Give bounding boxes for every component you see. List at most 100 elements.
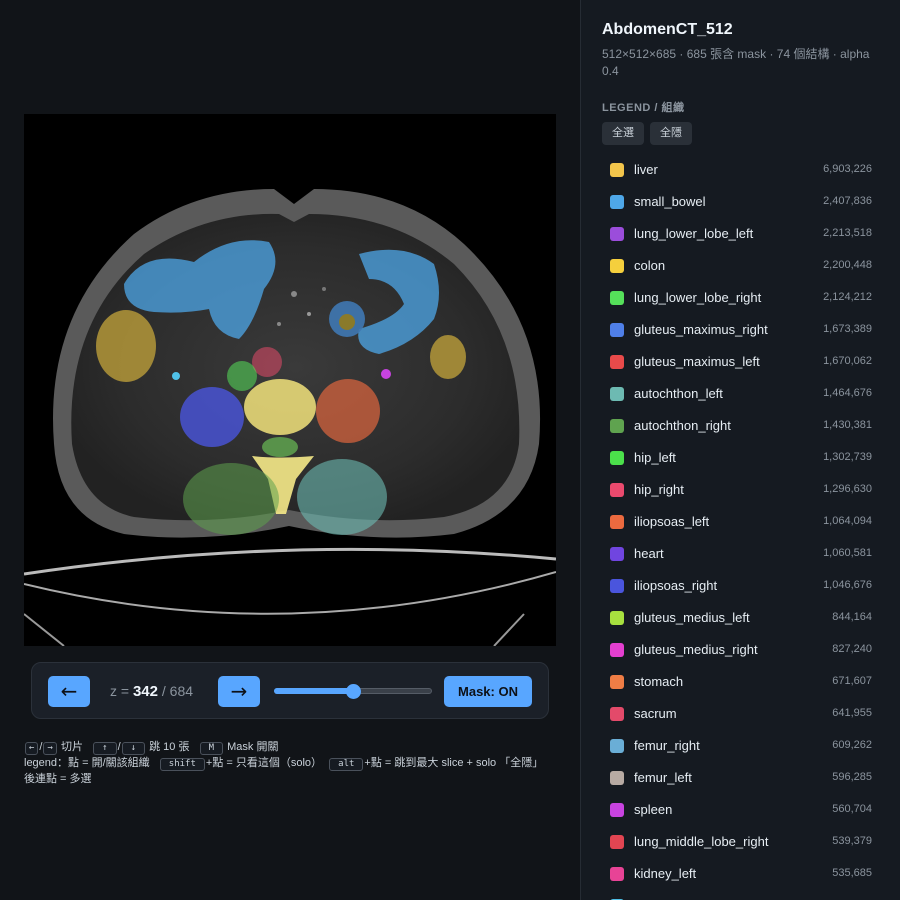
legend-voxel-count: 6,903,226 [823, 163, 872, 175]
slice-index-readout: z = 342 / 684 [110, 683, 193, 700]
z-max: 684 [169, 683, 194, 699]
legend-voxel-count: 535,685 [832, 867, 872, 879]
next-slice-button[interactable]: → [218, 676, 260, 707]
z-prefix: z = [110, 683, 130, 699]
legend-item[interactable]: gluteus_medius_left 844,164 [602, 601, 882, 633]
legend-item-label: gluteus_maximus_right [634, 322, 768, 337]
help-slash: / [39, 741, 43, 753]
legend-list: liver 6,903,226 small_bowel 2,407,836 lung_l… [602, 153, 882, 900]
legend-item[interactable]: colon 2,200,448 [602, 249, 882, 281]
legend-voxel-count: 2,200,448 [823, 259, 872, 271]
slice-slider[interactable] [274, 681, 432, 701]
legend-item[interactable]: hip_left 1,302,739 [602, 441, 882, 473]
legend-item-label: iliopsoas_left [634, 514, 710, 529]
dataset-title: AbdomenCT_512 [602, 21, 733, 38]
legend-item[interactable]: autochthon_left 1,464,676 [602, 377, 882, 409]
legend-item[interactable]: femur_right 609,262 [602, 729, 882, 761]
legend-color-swatch [610, 419, 624, 433]
legend-color-swatch [610, 643, 624, 657]
legend-item[interactable]: lung_lower_lobe_right 2,124,212 [602, 281, 882, 313]
legend-item-label: spleen [634, 802, 673, 817]
legend-item-label: gluteus_maximus_left [634, 354, 760, 369]
legend-voxel-count: 1,046,676 [823, 579, 872, 591]
legend-item-label: lung_lower_lobe_left [634, 226, 754, 241]
legend-item-label: lung_lower_lobe_right [634, 290, 762, 305]
legend-item[interactable]: iliopsoas_left 1,064,094 [602, 505, 882, 537]
legend-color-swatch [610, 451, 624, 465]
legend-item-label: autochthon_right [634, 418, 731, 433]
legend-color-swatch [610, 291, 624, 305]
help-text: legend：點 = 開/關該組織 [24, 757, 150, 769]
key-right: → [43, 742, 57, 755]
legend-voxel-count: 641,955 [832, 707, 872, 719]
legend-voxel-count: 1,673,389 [823, 323, 872, 335]
select-all-button[interactable]: 全選 [602, 122, 644, 145]
key-up: ↑ [93, 742, 117, 755]
legend-item[interactable]: gluteus_medius_right 827,240 [602, 633, 882, 665]
dataset-meta: 512×512×685 · 685 張含 mask · 74 個結構 · alp… [602, 47, 870, 78]
legend-voxel-count: 1,464,676 [823, 387, 872, 399]
legend-item[interactable]: heart 1,060,581 [602, 537, 882, 569]
legend-color-swatch [610, 323, 624, 337]
legend-item[interactable]: hip_right 1,296,630 [602, 473, 882, 505]
ct-slice-canvas[interactable] [24, 114, 556, 646]
legend-color-swatch [610, 195, 624, 209]
legend-color-swatch [610, 355, 624, 369]
legend-color-swatch [610, 835, 624, 849]
legend-item[interactable] [602, 889, 882, 900]
legend-item-label: kidney_left [634, 866, 697, 881]
legend-voxel-count: 671,607 [832, 675, 872, 687]
legend-item[interactable]: lung_middle_lobe_right 539,379 [602, 825, 882, 857]
legend-item[interactable]: small_bowel 2,407,836 [602, 185, 882, 217]
legend-item[interactable]: femur_left 596,285 [602, 761, 882, 793]
legend-voxel-count: 1,064,094 [823, 515, 872, 527]
legend-voxel-count: 560,704 [832, 803, 872, 815]
legend-voxel-count: 596,285 [832, 771, 872, 783]
legend-color-swatch [610, 803, 624, 817]
help-line-1: ← / → 切片 ↑ / ↓ 跳 10 張 M Mask 開關 [24, 739, 564, 755]
help-text: +點 = 只看這個（solo） [205, 757, 323, 769]
legend-item[interactable]: liver 6,903,226 [602, 153, 882, 185]
legend-item[interactable]: iliopsoas_right 1,046,676 [602, 569, 882, 601]
legend-item-label: gluteus_medius_left [634, 610, 750, 625]
legend-voxel-count: 2,213,518 [823, 227, 872, 239]
legend-heading: LEGEND / 組織 [602, 102, 685, 114]
z-separator: / [161, 683, 166, 699]
legend-color-swatch [610, 515, 624, 529]
legend-color-swatch [610, 483, 624, 497]
key-shift: shift [159, 758, 205, 771]
legend-color-swatch [610, 579, 624, 593]
legend-voxel-count: 539,379 [832, 835, 872, 847]
legend-item-label: liver [634, 162, 658, 177]
legend-color-swatch [610, 259, 624, 273]
legend-item[interactable]: kidney_left 535,685 [602, 857, 882, 889]
legend-item[interactable]: gluteus_maximus_left 1,670,062 [602, 345, 882, 377]
legend-voxel-count: 844,164 [832, 611, 872, 623]
legend-item[interactable]: gluteus_maximus_right 1,673,389 [602, 313, 882, 345]
side-panel: AbdomenCT_512 512×512×685 · 685 張含 mask … [580, 0, 900, 900]
legend-item[interactable]: lung_lower_lobe_left 2,213,518 [602, 217, 882, 249]
legend-color-swatch [610, 163, 624, 177]
legend-item-label: hip_right [634, 482, 684, 497]
slider-thumb[interactable] [346, 684, 361, 699]
help-text: +點 = 跳到最大 slice + solo 「全隱」 [364, 757, 544, 769]
slider-fill [274, 688, 353, 694]
legend-item[interactable]: spleen 560,704 [602, 793, 882, 825]
legend-item[interactable]: stomach 671,607 [602, 665, 882, 697]
mask-toggle-button[interactable]: Mask: ON [444, 676, 532, 707]
key-down: ↓ [121, 742, 146, 755]
legend-item-label: femur_right [634, 738, 700, 753]
legend-voxel-count: 1,302,739 [823, 451, 872, 463]
legend-item[interactable]: autochthon_right 1,430,381 [602, 409, 882, 441]
prev-slice-button[interactable]: ← [48, 676, 90, 707]
legend-item-label: stomach [634, 674, 684, 689]
legend-color-swatch [610, 867, 624, 881]
legend-item[interactable]: sacrum 641,955 [602, 697, 882, 729]
legend-voxel-count: 1,430,381 [823, 419, 872, 431]
legend-item-label: femur_left [634, 770, 692, 785]
legend-item-label: heart [634, 546, 664, 561]
legend-voxel-count: 2,407,836 [823, 195, 872, 207]
legend-item-label: lung_middle_lobe_right [634, 834, 769, 849]
help-slash: / [117, 741, 121, 753]
hide-all-button[interactable]: 全隱 [650, 122, 692, 145]
